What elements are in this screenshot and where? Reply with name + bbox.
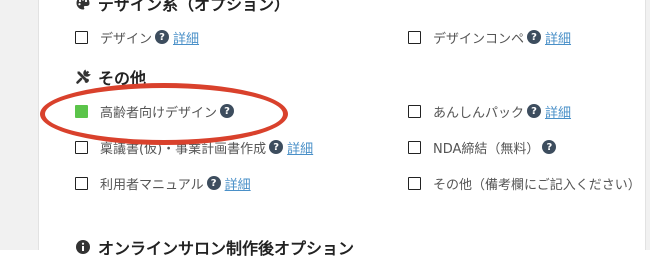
tools-icon <box>75 69 91 85</box>
help-icon[interactable]: ? <box>527 104 542 118</box>
checkbox-checked[interactable] <box>75 104 88 118</box>
section-title: デザイン系（オプション） <box>98 0 291 14</box>
option-label: 稟議書(仮)・事業計画書作成 <box>100 141 267 157</box>
section-heading-design: デザイン系（オプション） <box>75 0 290 14</box>
help-icon[interactable]: ? <box>206 176 221 190</box>
option-label: 高齢者向けデザイン <box>100 105 218 121</box>
page-left-gutter <box>0 0 39 250</box>
details-link[interactable]: 詳細 <box>287 138 313 157</box>
option-label: デザインコンペ <box>433 31 525 47</box>
help-icon[interactable]: ? <box>155 30 170 44</box>
checkbox[interactable] <box>75 140 88 154</box>
help-icon[interactable]: ? <box>220 104 235 118</box>
option-anshin-pack[interactable]: あんしんパック ? 詳細 <box>408 101 571 121</box>
option-nda[interactable]: NDA締結（無料） ? <box>408 137 557 157</box>
checkbox[interactable] <box>75 30 88 44</box>
checkbox[interactable] <box>75 176 88 190</box>
checkbox[interactable] <box>408 30 421 44</box>
help-icon[interactable]: ? <box>269 140 284 154</box>
checkbox[interactable] <box>408 104 421 118</box>
option-user-manual[interactable]: 利用者マニュアル ? 詳細 <box>75 173 251 193</box>
option-other[interactable]: その他（備考欄にご記入ください） <box>408 173 641 193</box>
palette-icon <box>75 0 91 11</box>
section-title: オンラインサロン制作後オプション <box>98 239 355 258</box>
info-icon <box>75 239 91 255</box>
option-label: その他（備考欄にご記入ください） <box>433 177 641 193</box>
option-label: デザイン <box>100 31 153 47</box>
option-design-competition[interactable]: デザインコンペ ? 詳細 <box>408 27 571 47</box>
option-label: あんしんパック <box>433 105 525 121</box>
section-heading-other: その他 <box>75 66 146 88</box>
section-heading-online: オンラインサロン制作後オプション <box>75 236 354 258</box>
page-right-gutter <box>645 0 650 250</box>
details-link[interactable]: 詳細 <box>545 28 571 47</box>
option-label: 利用者マニュアル <box>100 177 204 193</box>
checkbox[interactable] <box>408 140 421 154</box>
option-business-plan[interactable]: 稟議書(仮)・事業計画書作成 ? 詳細 <box>75 137 313 157</box>
option-design[interactable]: デザイン ? 詳細 <box>75 27 199 47</box>
option-label: NDA締結（無料） <box>433 141 540 157</box>
checkbox[interactable] <box>408 176 421 190</box>
option-senior-design[interactable]: 高齢者向けデザイン ? <box>75 101 235 121</box>
section-title: その他 <box>98 69 147 88</box>
help-icon[interactable]: ? <box>542 140 557 154</box>
details-link[interactable]: 詳細 <box>173 28 199 47</box>
details-link[interactable]: 詳細 <box>545 102 571 121</box>
details-link[interactable]: 詳細 <box>225 174 251 193</box>
help-icon[interactable]: ? <box>527 30 542 44</box>
